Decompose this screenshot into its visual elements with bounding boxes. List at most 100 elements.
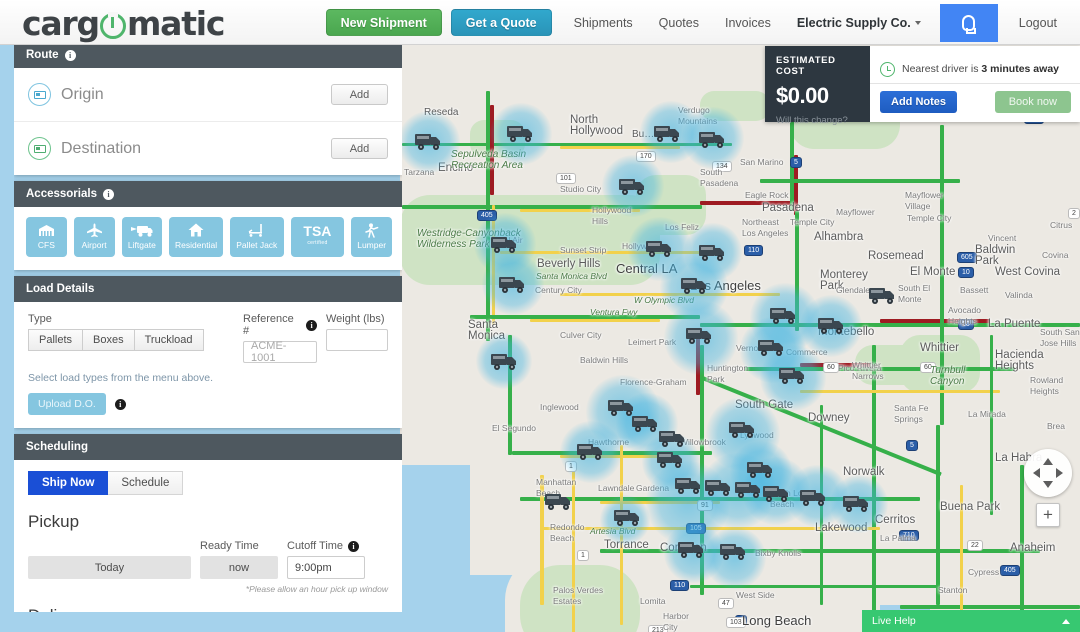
tab-ship-now[interactable]: Ship Now (28, 471, 108, 495)
accessorial-label: Lumper (357, 240, 386, 250)
accessorial-lumper[interactable]: Lumper (351, 217, 392, 257)
map-label: El Segundo (492, 423, 536, 434)
driver-truck-icon[interactable] (735, 479, 763, 499)
estimate-panel: ESTIMATED COST $0.00 Will this change? N… (765, 46, 1080, 122)
accessorial-cfs[interactable]: CFS (26, 217, 67, 257)
book-now-button[interactable]: Book now (995, 91, 1071, 113)
type-label: Type (28, 313, 243, 325)
accessorial-residential[interactable]: Residential (169, 217, 223, 257)
map-label: South SanJose Hills (1040, 327, 1080, 349)
driver-truck-icon[interactable] (843, 493, 871, 513)
driver-truck-icon[interactable] (654, 123, 682, 143)
get-a-quote-button[interactable]: Get a Quote (451, 9, 552, 36)
driver-truck-icon[interactable] (699, 242, 727, 262)
driver-truck-icon[interactable] (758, 337, 786, 357)
weight-input[interactable] (326, 329, 388, 351)
driver-truck-icon[interactable] (499, 274, 527, 294)
driver-truck-icon[interactable] (705, 477, 733, 497)
driver-truck-icon[interactable] (614, 507, 642, 527)
logout-link[interactable]: Logout (1006, 16, 1070, 30)
pan-control-icon[interactable] (1024, 449, 1072, 497)
map-label: Inglewood (540, 402, 579, 413)
driver-truck-icon[interactable] (869, 285, 897, 305)
driver-truck-icon[interactable] (577, 441, 605, 461)
nav-link-quotes[interactable]: Quotes (646, 16, 712, 30)
driver-truck-icon[interactable] (681, 275, 709, 295)
driver-truck-icon[interactable] (632, 413, 660, 433)
ready-time-value[interactable]: now (200, 556, 278, 579)
driver-truck-icon[interactable] (678, 539, 706, 559)
pickup-day-value[interactable]: Today (28, 556, 191, 579)
chevron-down-icon (915, 21, 921, 25)
will-this-change-link[interactable]: Will this change? (776, 115, 860, 126)
load-type-truckload[interactable]: Truckload (134, 329, 204, 351)
destination-add-button[interactable]: Add (331, 138, 388, 159)
accessorial-sublabel: certified (307, 240, 327, 246)
map-label: Stanton (938, 585, 967, 596)
account-menu[interactable]: Electric Supply Co. (784, 16, 934, 30)
brand-logo[interactable]: carg matic (22, 4, 224, 43)
tips-button[interactable] (940, 4, 998, 42)
add-notes-button[interactable]: Add Notes (880, 91, 957, 113)
driver-truck-icon[interactable] (646, 238, 674, 258)
live-help-bar[interactable]: Live Help (862, 610, 1080, 632)
accessorial-tsa[interactable]: TSA certified (291, 217, 345, 257)
driver-truck-icon[interactable] (507, 123, 535, 143)
load-details-title: Load Details (26, 283, 94, 295)
ready-time-label: Ready Time (200, 540, 278, 552)
pickup-cutoff-input[interactable]: 9:00pm (287, 556, 365, 579)
info-icon[interactable]: i (306, 320, 317, 331)
info-icon[interactable]: i (115, 399, 126, 410)
map-label: HarborCity (663, 611, 689, 632)
reference-input[interactable]: ACME-1001 (243, 341, 317, 363)
accessorial-airport[interactable]: Airport (74, 217, 115, 257)
destination-row[interactable]: Destination Add (14, 122, 402, 175)
driver-truck-icon[interactable] (675, 475, 703, 495)
driver-truck-icon[interactable] (699, 129, 727, 149)
zoom-in-button[interactable]: + (1036, 503, 1060, 527)
driver-truck-icon[interactable] (779, 365, 807, 385)
load-type-pallets[interactable]: Pallets (28, 329, 82, 351)
map-label: Baldwin Hills (580, 355, 628, 366)
nav-link-invoices[interactable]: Invoices (712, 16, 784, 30)
shield-605: 605 (957, 252, 977, 263)
tab-schedule[interactable]: Schedule (108, 471, 183, 495)
new-shipment-button[interactable]: New Shipment (326, 9, 442, 36)
driver-truck-icon[interactable] (729, 419, 757, 439)
map-label: Mayflower (836, 207, 875, 218)
driver-truck-icon[interactable] (720, 541, 748, 561)
info-icon[interactable]: i (65, 50, 76, 61)
driver-truck-icon[interactable] (686, 325, 714, 345)
accessorial-label: CFS (38, 240, 55, 250)
accessorial-pallet-jack[interactable]: Pallet Jack (230, 217, 284, 257)
load-type-boxes[interactable]: Boxes (82, 329, 134, 351)
house-icon (188, 222, 204, 238)
shield-10: 10 (958, 267, 974, 278)
upload-row: Upload D.O. i (28, 393, 388, 415)
driver-truck-icon[interactable] (619, 176, 647, 196)
origin-add-button[interactable]: Add (331, 84, 388, 105)
info-icon[interactable]: i (348, 541, 359, 552)
map-label: Ventura Fwy (590, 307, 637, 318)
driver-truck-icon[interactable] (747, 459, 775, 479)
nav-link-shipments[interactable]: Shipments (561, 16, 646, 30)
driver-truck-icon[interactable] (491, 351, 519, 371)
driver-truck-icon[interactable] (818, 315, 846, 335)
driver-truck-icon[interactable] (491, 234, 519, 254)
info-icon[interactable]: i (103, 189, 114, 200)
estimated-cost-amount: $0.00 (776, 83, 860, 109)
driver-truck-icon[interactable] (415, 131, 443, 151)
driver-truck-icon[interactable] (657, 449, 685, 469)
map-label: San Marino (740, 157, 783, 168)
chevron-up-icon[interactable] (1062, 619, 1070, 624)
driver-truck-icon[interactable] (545, 491, 573, 511)
upload-do-button[interactable]: Upload D.O. (28, 393, 106, 415)
pickup-cutoff-group: Cutoff Time i 9:00pm (287, 540, 365, 579)
driver-truck-icon[interactable] (770, 305, 798, 325)
accessorial-liftgate[interactable]: Liftgate (122, 217, 163, 257)
driver-truck-icon[interactable] (659, 428, 687, 448)
driver-truck-icon[interactable] (800, 487, 828, 507)
driver-truck-icon[interactable] (763, 483, 791, 503)
origin-row[interactable]: Origin Add (14, 68, 402, 122)
road-39 (990, 335, 993, 515)
